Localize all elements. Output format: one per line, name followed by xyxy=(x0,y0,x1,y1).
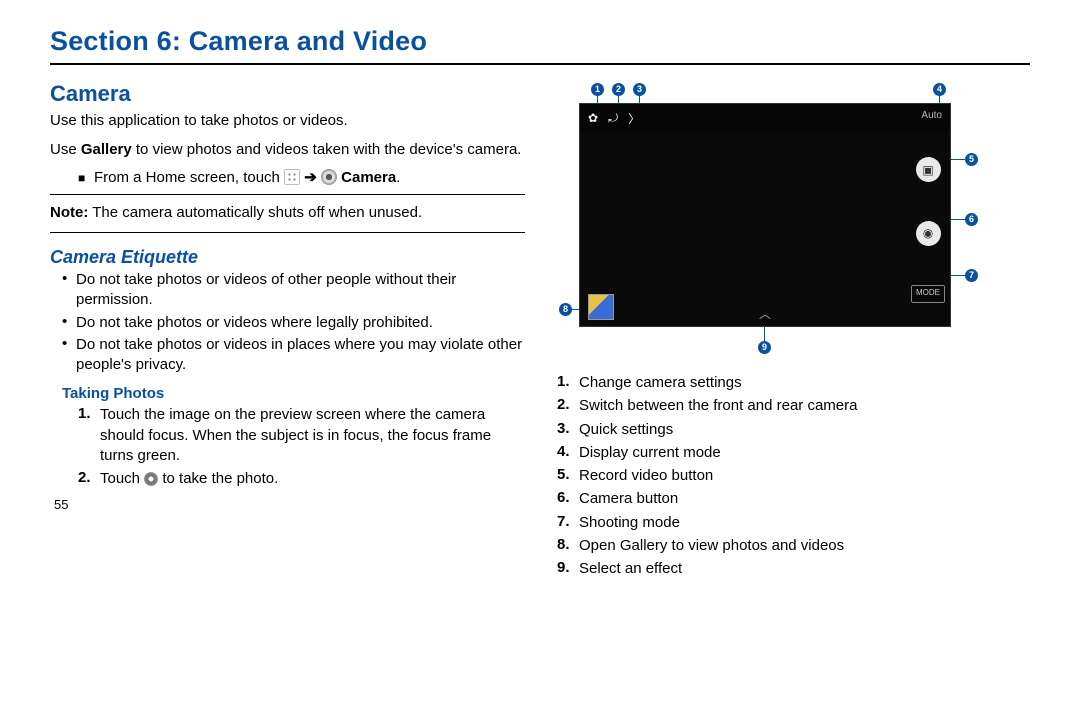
callout-6-icon: 6 xyxy=(965,213,978,226)
step-prefix: From a Home screen, touch xyxy=(94,169,284,186)
legend-text: Switch between the front and rear camera xyxy=(579,396,1030,416)
callout-5-icon: 5 xyxy=(965,153,978,166)
right-column: 1 2 3 4 5 6 7 8 9 ✿ ⤾ 〉 xyxy=(555,79,1030,582)
arrow-icon: ➔ xyxy=(304,169,317,186)
callout-7-icon: 7 xyxy=(965,269,978,282)
step2-prefix: Touch xyxy=(100,470,144,487)
settings-gear-icon: ✿ xyxy=(588,111,598,125)
page-number: 55 xyxy=(54,497,525,512)
record-video-icon: ▣ xyxy=(916,157,941,182)
legend-text: Display current mode xyxy=(579,443,1030,463)
legend-num: 2. xyxy=(557,396,579,416)
home-step: ■ From a Home screen, touch ➔ Camera. xyxy=(78,168,525,186)
apps-grid-icon xyxy=(284,169,300,185)
step-period: . xyxy=(396,169,400,186)
step-camera-label: Camera xyxy=(337,169,396,186)
viewfinder: ✿ ⤾ 〉 Auto ▣ ◉ MODE ︿ xyxy=(579,103,951,327)
legend-text: Camera button xyxy=(579,489,1030,509)
shutter-button-icon: ◉ xyxy=(916,221,941,246)
etiquette-item: • Do not take photos or videos where leg… xyxy=(62,313,525,333)
camera-app-icon xyxy=(321,169,337,185)
section-title: Section 6: Camera and Video xyxy=(50,26,1030,65)
legend-num: 1. xyxy=(557,373,579,393)
taking-step: 1. Touch the image on the preview screen… xyxy=(78,405,525,466)
etiquette-text: Do not take photos or videos in places w… xyxy=(76,335,525,376)
shutter-icon xyxy=(144,472,158,486)
legend-num: 3. xyxy=(557,420,579,440)
etiquette-text: Do not take photos or videos where legal… xyxy=(76,313,525,333)
legend-text: Shooting mode xyxy=(579,513,1030,533)
bullet-icon: • xyxy=(62,335,76,376)
columns: Camera Use this application to take phot… xyxy=(50,79,1030,582)
legend-num: 7. xyxy=(557,513,579,533)
legend-list: 1.Change camera settings 2.Switch betwee… xyxy=(555,373,1030,579)
mode-button: MODE xyxy=(911,285,945,303)
camera-topbar: ✿ ⤾ 〉 xyxy=(580,104,950,132)
bullet-icon: • xyxy=(62,313,76,333)
legend-num: 8. xyxy=(557,536,579,556)
legend-text: Record video button xyxy=(579,466,1030,486)
current-mode-label: Auto xyxy=(921,110,942,121)
etiquette-item: • Do not take photos or videos of other … xyxy=(62,270,525,311)
list-item: 5.Record video button xyxy=(557,466,1030,486)
legend-num: 4. xyxy=(557,443,579,463)
note-bold: Note: xyxy=(50,204,88,221)
callout-8-icon: 8 xyxy=(559,303,572,316)
legend-num: 9. xyxy=(557,559,579,579)
etiquette-text: Do not take photos or videos of other pe… xyxy=(76,270,525,311)
bullet-icon: • xyxy=(62,270,76,311)
camera-heading: Camera xyxy=(50,81,525,107)
etiquette-item: • Do not take photos or videos in places… xyxy=(62,335,525,376)
legend-text: Quick settings xyxy=(579,420,1030,440)
step-number: 2. xyxy=(78,469,100,489)
legend-text: Change camera settings xyxy=(579,373,1030,393)
gallery-thumbnail-icon xyxy=(588,294,614,320)
rule xyxy=(50,232,525,233)
legend-text: Open Gallery to view photos and videos xyxy=(579,536,1030,556)
callout-2-icon: 2 xyxy=(612,83,625,96)
chevron-right-icon: 〉 xyxy=(628,110,640,127)
list-item: 4.Display current mode xyxy=(557,443,1030,463)
callout-3-icon: 3 xyxy=(633,83,646,96)
gallery-paragraph: Use Gallery to view photos and videos ta… xyxy=(50,140,525,161)
left-column: Camera Use this application to take phot… xyxy=(50,79,525,582)
taking-photos-heading: Taking Photos xyxy=(62,385,525,402)
legend-num: 5. xyxy=(557,466,579,486)
camera-rightbar: ▣ ◉ MODE xyxy=(906,134,950,326)
note-body: The camera automatically shuts off when … xyxy=(88,204,422,221)
etiquette-heading: Camera Etiquette xyxy=(50,247,525,268)
step-number: 1. xyxy=(78,405,100,466)
gallery-prefix: Use xyxy=(50,141,81,158)
list-item: 8.Open Gallery to view photos and videos xyxy=(557,536,1030,556)
switch-camera-icon: ⤾ xyxy=(608,111,618,126)
intro-text: Use this application to take photos or v… xyxy=(50,111,525,132)
callout-4-icon: 4 xyxy=(933,83,946,96)
step-body: Touch the image on the preview screen wh… xyxy=(100,405,525,466)
note-paragraph: Note: The camera automatically shuts off… xyxy=(50,203,525,224)
list-item: 1.Change camera settings xyxy=(557,373,1030,393)
list-item: 7.Shooting mode xyxy=(557,513,1030,533)
gallery-suffix: to view photos and videos taken with the… xyxy=(132,141,522,158)
list-item: 6.Camera button xyxy=(557,489,1030,509)
square-bullet-icon: ■ xyxy=(78,171,94,185)
gallery-bold: Gallery xyxy=(81,141,132,158)
legend-text: Select an effect xyxy=(579,559,1030,579)
rule xyxy=(50,194,525,195)
list-item: 3.Quick settings xyxy=(557,420,1030,440)
chevron-up-icon: ︿ xyxy=(759,305,771,322)
legend-num: 6. xyxy=(557,489,579,509)
step2-suffix: to take the photo. xyxy=(158,470,278,487)
callout-1-icon: 1 xyxy=(591,83,604,96)
taking-step: 2. Touch to take the photo. xyxy=(78,469,525,489)
callout-9-icon: 9 xyxy=(758,341,771,354)
camera-diagram: 1 2 3 4 5 6 7 8 9 ✿ ⤾ 〉 xyxy=(555,79,990,359)
list-item: 9.Select an effect xyxy=(557,559,1030,579)
list-item: 2.Switch between the front and rear came… xyxy=(557,396,1030,416)
